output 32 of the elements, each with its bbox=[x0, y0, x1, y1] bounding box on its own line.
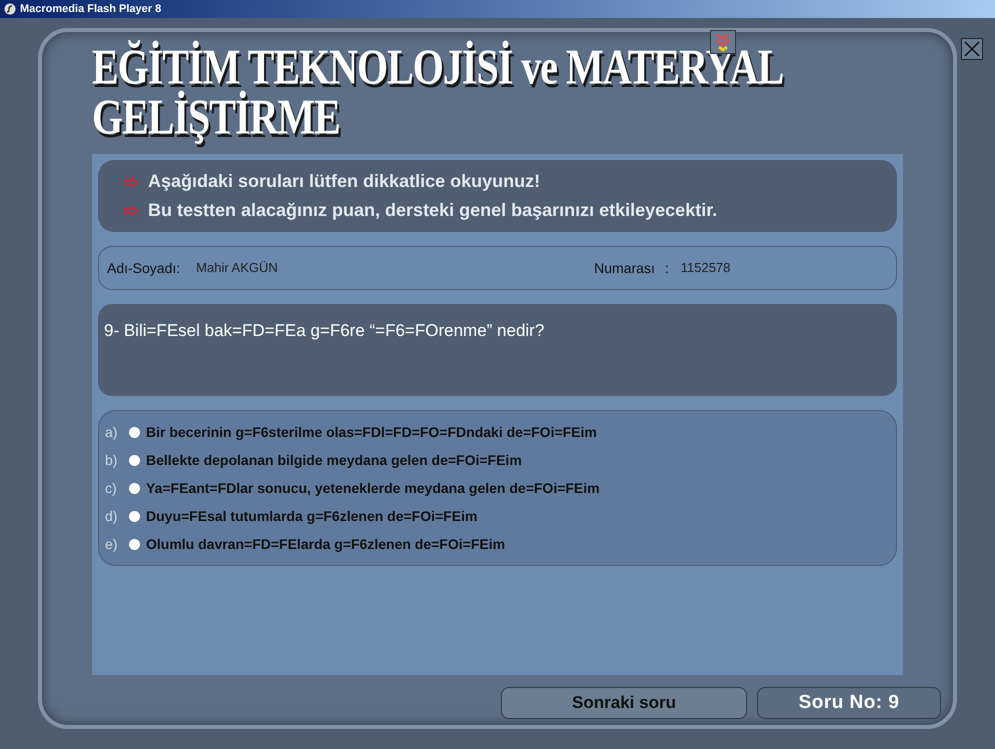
radio-button[interactable] bbox=[129, 426, 140, 438]
arrow-right-icon bbox=[124, 176, 138, 186]
option-letter: c) bbox=[105, 478, 118, 498]
radio-button[interactable] bbox=[129, 510, 140, 522]
arrow-right-icon bbox=[124, 206, 138, 216]
radio-button[interactable] bbox=[129, 454, 140, 466]
close-icon bbox=[963, 40, 981, 58]
next-question-button[interactable]: Sonraki soru bbox=[501, 687, 747, 719]
window-title: Macromedia Flash Player 8 bbox=[20, 2, 162, 17]
option-text[interactable]: Duyu=FEsal tutumlarda g=F6zlenen de=FOi=FEim bbox=[146, 506, 478, 526]
flash-logo-icon bbox=[4, 3, 16, 15]
option-letter: d) bbox=[105, 506, 118, 526]
student-name: Mahir AKGÜN bbox=[196, 259, 279, 278]
app-title: EĞİTİM TEKNOLOJİSİ ve MATERYAL GELİŞTİRME bbox=[92, 42, 783, 142]
option-letter: b) bbox=[105, 450, 118, 470]
close-button[interactable] bbox=[961, 38, 983, 60]
option-text[interactable]: Olumlu davran=FD=FElarda g=F6zlenen de=FOi=FEim bbox=[146, 534, 506, 554]
student-number: 1152578 bbox=[680, 259, 730, 278]
radio-button[interactable] bbox=[129, 482, 140, 494]
notice-text: Aşağıdaki soruları lütfen dikkatlice okuyunuz! bbox=[148, 170, 540, 193]
question-number: Soru No: 9 bbox=[757, 687, 941, 719]
option-text[interactable]: Ya=FEant=FDlar sonucu, yeteneklerde meydana gelen de=FOi=FEim bbox=[146, 478, 600, 498]
question-text: 9- Bili=FEsel bak=FD=FEa g=F6re “=F6=FOrenme” nedir? bbox=[104, 321, 544, 340]
radio-button[interactable] bbox=[129, 538, 140, 550]
number-separator: : bbox=[664, 258, 669, 278]
option-letter: e) bbox=[105, 534, 118, 554]
number-label: Numarası bbox=[594, 258, 655, 278]
option-letter: a) bbox=[105, 422, 118, 442]
name-label: Adı-Soyadı: bbox=[107, 258, 180, 278]
option-text[interactable]: Bir becerinin g=F6sterilme olas=FDl=FD=FO=FDndaki de=FOi=FEim bbox=[146, 422, 597, 442]
notice-text: Bu testten alacağınız puan, dersteki genel başarınızı etkileyecektir. bbox=[148, 199, 718, 222]
option-text[interactable]: Bellekte depolanan bilgide meydana gelen de=FOi=FEim bbox=[146, 450, 522, 470]
